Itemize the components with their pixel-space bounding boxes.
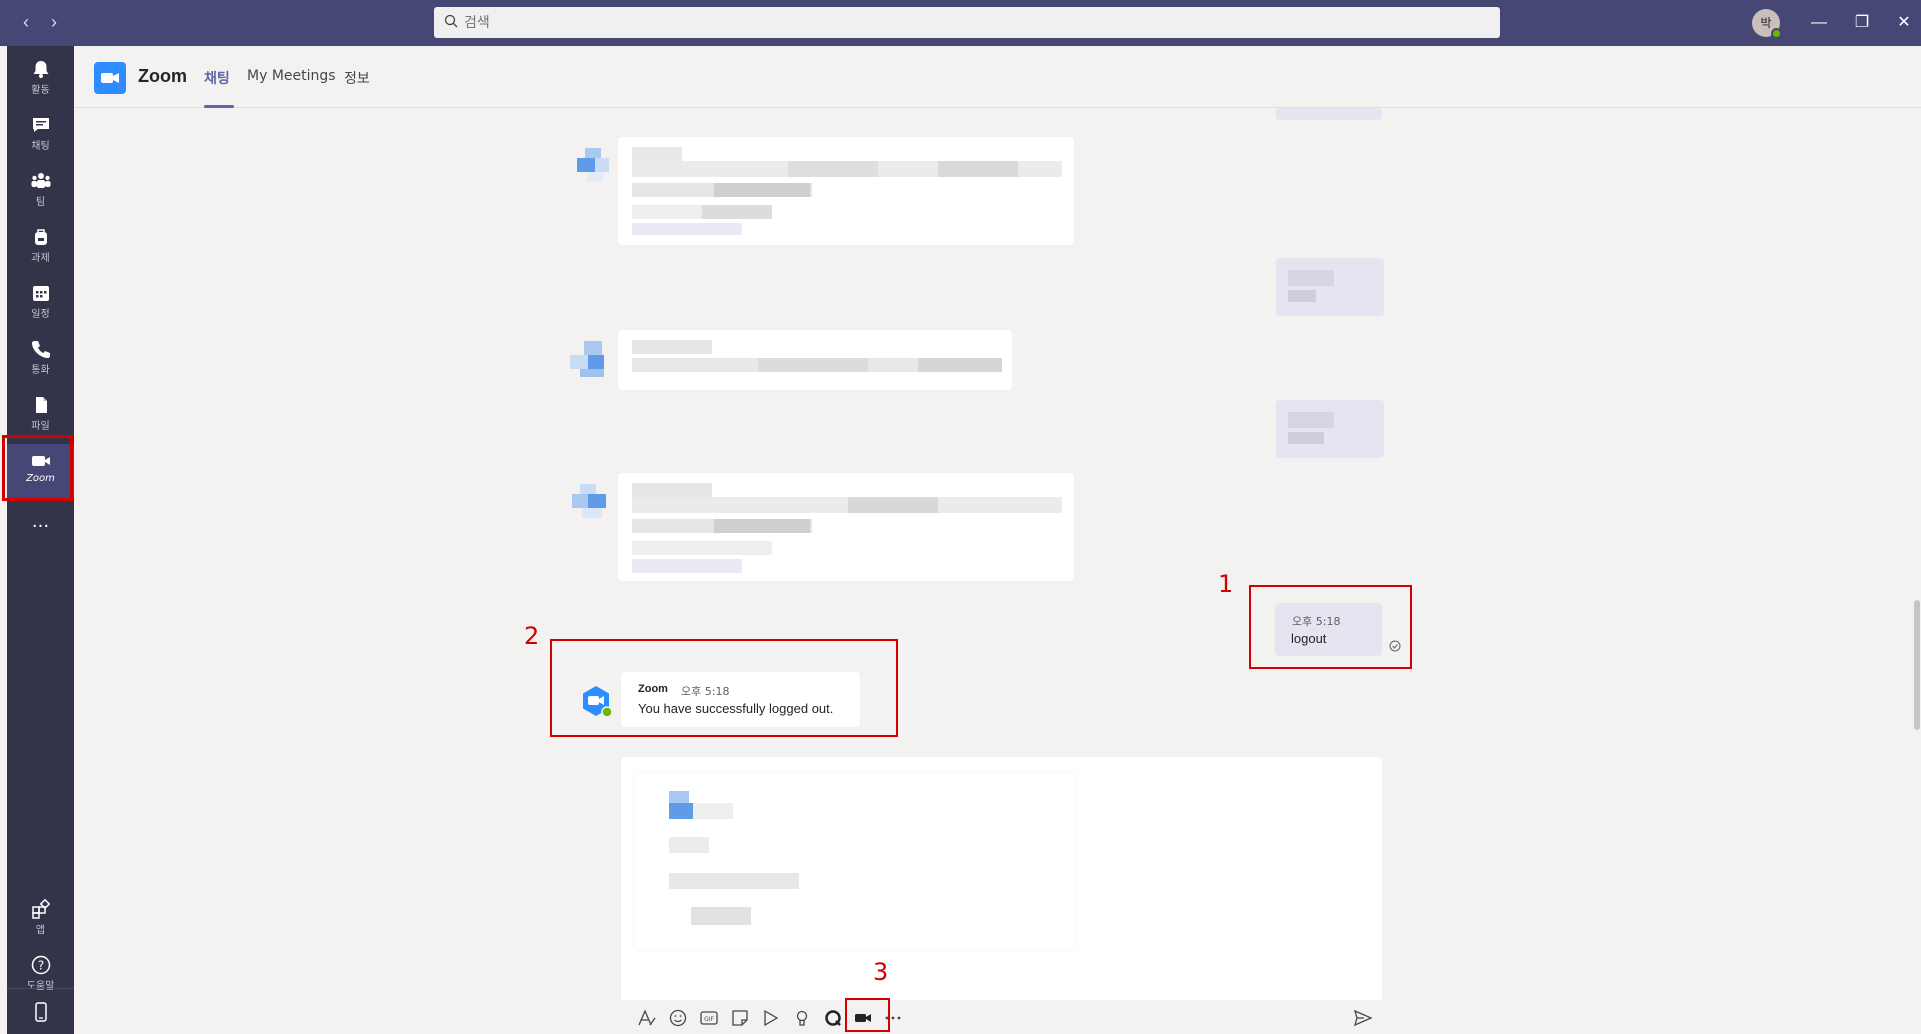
meet-now-icon[interactable] — [760, 1007, 782, 1029]
praise-icon[interactable] — [791, 1007, 813, 1029]
restore-button[interactable]: ❐ — [1849, 10, 1875, 36]
blurred-avatar — [570, 341, 608, 379]
zoom-logo-icon — [94, 62, 126, 94]
forward-button[interactable]: › — [44, 12, 64, 32]
annotation-number-3: 3 — [873, 958, 889, 986]
rail-item-assignments[interactable]: 과제 — [7, 220, 74, 274]
more-icon: ··· — [31, 516, 50, 537]
gif-icon[interactable]: GIF — [698, 1007, 720, 1029]
rail-label: 앱 — [35, 925, 46, 936]
message-sender: Zoom — [638, 683, 668, 695]
blurred-message-card — [618, 330, 1012, 390]
avatar-initial: 박 — [1760, 16, 1772, 30]
svg-text:?: ? — [37, 959, 43, 973]
bell-icon — [33, 61, 48, 78]
tab-my-meetings[interactable]: My Meetings — [247, 68, 336, 84]
q-app-icon[interactable] — [822, 1007, 844, 1029]
annotation-box-3 — [845, 998, 890, 1032]
emoji-icon[interactable] — [667, 1007, 689, 1029]
blurred-avatar — [572, 484, 610, 522]
blurred-message-mine — [1276, 108, 1382, 120]
rail-item-activity[interactable]: 활동 — [7, 52, 74, 106]
calendar-icon — [32, 286, 49, 301]
read-receipt-icon — [1389, 640, 1401, 652]
svg-text:GIF: GIF — [704, 1016, 714, 1023]
active-tab-underline — [204, 105, 234, 108]
message-time: 오후 5:18 — [681, 685, 730, 698]
blurred-message-mine — [1276, 400, 1384, 458]
bot-message-bubble[interactable]: Zoom 오후 5:18 You have successfully logge… — [621, 672, 860, 727]
rail-label: 활동 — [31, 85, 50, 96]
rail-label: 일정 — [31, 309, 50, 320]
blurred-message-card — [618, 473, 1074, 581]
chat-scrollbar[interactable] — [1914, 600, 1920, 730]
message-text: You have successfully logged out. — [638, 701, 834, 716]
rail-item-calls[interactable]: 통화 — [7, 332, 74, 386]
phone-icon — [31, 341, 50, 358]
rail-mobile-button[interactable] — [7, 988, 74, 1034]
close-button[interactable]: ✕ — [1891, 10, 1917, 36]
user-avatar[interactable]: 박 — [1752, 9, 1782, 39]
backpack-icon — [34, 229, 47, 245]
mobile-icon — [34, 1002, 47, 1022]
annotation-number-1: 1 — [1218, 570, 1234, 598]
file-icon — [35, 397, 47, 413]
tab-chat[interactable]: 채팅 — [204, 68, 230, 88]
rail-label: 과제 — [31, 253, 50, 264]
app-header: Zoom 채팅 My Meetings 정보 — [74, 46, 1921, 108]
chat-icon — [32, 118, 49, 132]
teams-icon — [31, 173, 50, 188]
blurred-avatar — [577, 148, 615, 186]
compose-card-preview — [635, 773, 1075, 949]
help-icon: ? — [31, 955, 50, 975]
blurred-message-card — [618, 137, 1074, 245]
sticker-icon[interactable] — [729, 1007, 751, 1029]
title-bar: ‹ › 박 — ❐ ✕ — [0, 0, 1921, 46]
app-rail: 활동 채팅 팀 과제 일정 통화 파일 Zoom ··· 앱 ? 도움말 — [7, 46, 74, 1034]
search-icon — [444, 14, 458, 28]
minimize-button[interactable]: — — [1806, 10, 1832, 36]
tab-about[interactable]: 정보 — [344, 68, 370, 88]
rail-more-button[interactable]: ··· — [7, 516, 74, 546]
rail-label: 통화 — [31, 365, 50, 376]
rail-item-teams[interactable]: 팀 — [7, 164, 74, 218]
apps-icon — [31, 898, 50, 919]
back-button[interactable]: ‹ — [16, 12, 36, 32]
rail-item-chat[interactable]: 채팅 — [7, 108, 74, 162]
annotation-number-2: 2 — [524, 622, 540, 650]
rail-label: 팀 — [35, 197, 46, 208]
message-text: logout — [1291, 631, 1327, 646]
compose-toolbar: GIF — [621, 1000, 1382, 1034]
rail-item-apps[interactable]: 앱 — [7, 892, 74, 946]
rail-item-files[interactable]: 파일 — [7, 388, 74, 442]
search-box[interactable] — [434, 7, 1500, 38]
message-time: 오후 5:18 — [1292, 615, 1341, 628]
search-input[interactable] — [464, 7, 1464, 38]
presence-indicator — [1771, 28, 1782, 39]
compose-box[interactable] — [621, 757, 1382, 1000]
rail-item-calendar[interactable]: 일정 — [7, 276, 74, 330]
send-icon[interactable] — [1352, 1007, 1374, 1029]
rail-label: 채팅 — [31, 141, 50, 152]
rail-zoom-highlight-box — [2, 435, 73, 501]
zoom-bot-avatar-icon — [583, 686, 613, 718]
app-title: Zoom — [138, 66, 187, 86]
blurred-message-mine — [1276, 258, 1384, 316]
format-icon[interactable] — [636, 1007, 658, 1029]
rail-label: 파일 — [31, 421, 50, 432]
my-message-bubble[interactable]: 오후 5:18 logout — [1275, 603, 1382, 656]
